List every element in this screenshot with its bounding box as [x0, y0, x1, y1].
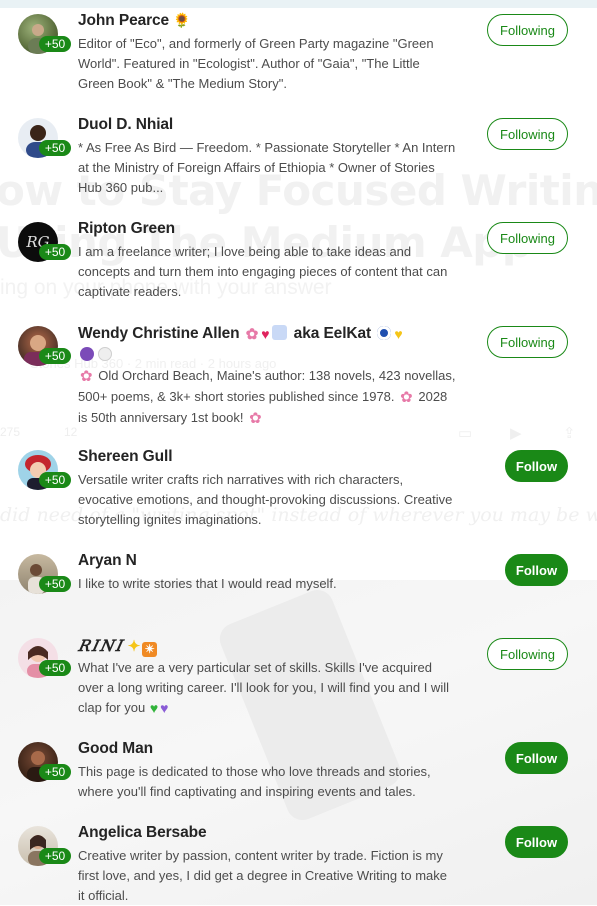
cherry-blossom-icon: ✿ [245, 326, 259, 343]
user-name-text: 𝑅𝐼𝑁𝐼 [78, 636, 124, 655]
cherry-blossom-icon: ✿ [80, 368, 93, 385]
follow-button[interactable]: Follow [505, 450, 568, 482]
user-name[interactable]: Duol D. Nhial [78, 116, 173, 134]
user-bio: ✿ Old Orchard Beach, Maine's author: 138… [78, 366, 456, 429]
user-name[interactable]: Shereen Gull [78, 448, 173, 466]
cherry-blossom-icon: ✿ [249, 410, 262, 427]
user-name[interactable]: Angelica Bersabe [78, 824, 207, 842]
user-name-text: John Pearce [78, 12, 170, 29]
following-button[interactable]: Following [487, 118, 568, 150]
bookmark-icon: ▭ [458, 425, 473, 442]
user-name[interactable]: Wendy Christine Allen ✿ ♥ aka EelKat ♥ [78, 324, 458, 365]
follower-count-badge: +50 [39, 140, 71, 156]
broken-heart-icon: ♥ [261, 326, 270, 342]
user-name-text: Wendy Christine Allen [78, 325, 240, 342]
user-bio: I am a freelance writer; I love being ab… [78, 244, 448, 299]
user-name[interactable]: Aryan N [78, 552, 137, 570]
follower-count-badge: +50 [39, 472, 71, 488]
following-button[interactable]: Following [487, 14, 568, 46]
name-suffix: aka EelKat [293, 325, 372, 342]
user-bio: What I've are a very particular set of s… [78, 658, 456, 718]
follower-count-badge: +50 [39, 660, 71, 676]
user-bio: * As Free As Bird — Freedom. * Passionat… [78, 140, 456, 195]
user-name[interactable]: Ripton Green [78, 220, 175, 238]
follower-count-badge: +50 [39, 348, 71, 364]
follower-count-badge: +50 [39, 576, 71, 592]
follow-button[interactable]: Follow [505, 742, 568, 774]
following-button[interactable]: Following [487, 326, 568, 358]
user-name[interactable]: 𝑅𝐼𝑁𝐼 ✦ ✴ [78, 636, 159, 657]
following-button[interactable]: Following [487, 638, 568, 670]
follower-count-badge: +50 [39, 36, 71, 52]
user-bio-part-1: Old Orchard Beach, Maine's author: 138 n… [78, 368, 456, 404]
follow-button[interactable]: Follow [505, 554, 568, 586]
yellow-heart-icon: ♥ [394, 326, 403, 342]
clap-count: 275 [0, 425, 21, 439]
share-icon: ⇪ [563, 425, 576, 442]
user-bio-text: What I've are a very particular set of s… [78, 660, 449, 715]
user-bio: Editor of "Eco", and formerly of Green P… [78, 36, 434, 91]
green-heart-icon: ♥ [149, 700, 159, 716]
ghost-icon [98, 347, 112, 361]
user-name[interactable]: Good Man [78, 740, 153, 758]
nazar-amulet-icon [377, 326, 392, 340]
cherry-blossom-icon: ✿ [400, 389, 413, 406]
follower-count-badge: +50 [39, 244, 71, 260]
user-bio: Versatile writer crafts rich narratives … [78, 472, 453, 527]
eight-pointed-star-icon: ✴ [142, 642, 158, 657]
sparkles-icon: ✦ [127, 638, 141, 655]
user-bio: Creative writer by passion, content writ… [78, 848, 447, 903]
purple-heart-icon: ♥ [160, 700, 169, 716]
top-bar [0, 0, 597, 8]
play-icon: ▶ [510, 425, 522, 442]
follower-count-badge: +50 [39, 848, 71, 864]
user-bio: This page is dedicated to those who love… [78, 764, 431, 799]
user-bio: I like to write stories that I would rea… [78, 576, 337, 591]
user-name[interactable]: John Pearce 🌻 [78, 12, 191, 30]
following-button[interactable]: Following [487, 222, 568, 254]
follower-count-badge: +50 [39, 764, 71, 780]
unicorn-icon [272, 325, 288, 340]
response-count: 12 [64, 425, 78, 439]
follow-button[interactable]: Follow [505, 826, 568, 858]
crystal-ball-icon [80, 347, 94, 361]
sunflower-icon: 🌻 [173, 12, 191, 29]
